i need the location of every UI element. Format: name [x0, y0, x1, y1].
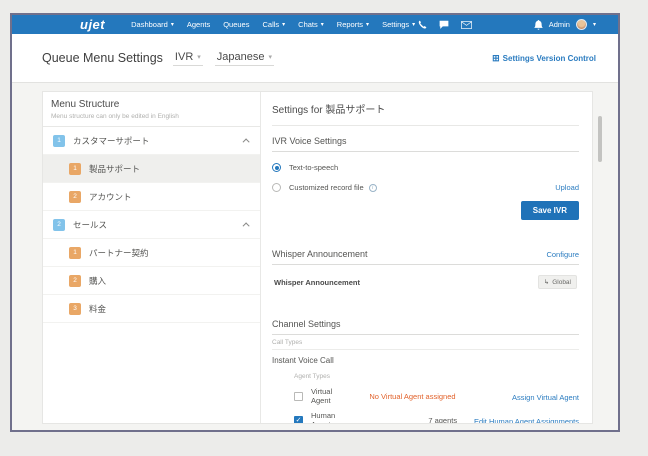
tree-number-badge: 2	[53, 219, 65, 231]
channel-settings-section-header: Channel Settings	[272, 319, 579, 335]
nav-item-queues[interactable]: Queues	[223, 20, 249, 29]
nav-item-settings[interactable]: Settings ▾	[382, 20, 415, 29]
menu-type-selector[interactable]: IVR ▾	[173, 50, 203, 66]
mail-icon[interactable]	[461, 21, 472, 29]
content-area: Menu Structure Menu structure can only b…	[12, 83, 618, 430]
human-agents-checkbox[interactable]: ✓	[294, 416, 303, 424]
whisper-configure-link[interactable]: Configure	[546, 250, 579, 259]
caret-down-icon: ▾	[197, 54, 201, 61]
settings-card: Menu Structure Menu structure can only b…	[42, 91, 593, 424]
radio-selected-icon[interactable]	[272, 163, 281, 172]
caret-down-icon: ▾	[366, 22, 369, 28]
settings-panel-title: Settings for 製品サポート	[272, 92, 579, 126]
human-agents-status: 7 agents	[335, 416, 457, 424]
caret-down-icon: ▾	[269, 54, 273, 61]
whisper-announcement-section-header: Whisper Announcement Configure	[272, 249, 579, 265]
virtual-agent-row: Virtual Agent No Virtual Agent assigned …	[272, 384, 579, 408]
save-row: Save IVR	[272, 201, 579, 220]
customized-record-file-option[interactable]: Customized record file i	[272, 183, 377, 192]
tree-number-badge: 1	[69, 163, 81, 175]
human-agents-row: ✓ Human Agents 7 agents Edit Human Agent…	[272, 408, 579, 423]
language-selector[interactable]: Japanese ▾	[215, 50, 274, 66]
nav-communication-icons	[418, 20, 472, 29]
app-window: ujet Dashboard ▾ Agents Queues Calls ▾ C…	[10, 13, 620, 432]
edit-human-agent-assignments-link[interactable]: Edit Human Agent Assignments	[474, 417, 579, 423]
upload-link[interactable]: Upload	[555, 183, 579, 192]
assign-virtual-agent-link[interactable]: Assign Virtual Agent	[512, 393, 579, 402]
whisper-announcement-row: Whisper Announcement ↳ Global	[272, 265, 579, 289]
tree-item-purchase[interactable]: 2 購入	[43, 267, 260, 295]
caret-down-icon: ▾	[282, 22, 285, 28]
sidebar-title: Menu Structure	[51, 99, 250, 110]
customized-record-file-row: Customized record file i Upload	[272, 183, 579, 192]
menu-structure-sidebar: Menu Structure Menu structure can only b…	[43, 92, 261, 423]
inherit-arrow-icon: ↳	[544, 278, 549, 286]
check-icon: ✓	[296, 416, 302, 423]
tree-number-badge: 2	[69, 275, 81, 287]
vertical-scrollbar-thumb[interactable]	[598, 116, 602, 162]
tree-item-pricing[interactable]: 3 料金	[43, 295, 260, 323]
nav-item-reports[interactable]: Reports ▾	[337, 20, 369, 29]
agent-types-label: Agent Types	[272, 370, 579, 384]
caret-down-icon: ▾	[412, 22, 415, 28]
save-ivr-button[interactable]: Save IVR	[521, 201, 579, 220]
chevron-up-icon[interactable]	[243, 138, 250, 145]
chevron-up-icon[interactable]	[243, 222, 250, 229]
tree-item-account[interactable]: 2 アカウント	[43, 183, 260, 211]
user-menu-caret-icon[interactable]: ▾	[593, 22, 596, 28]
radio-unselected-icon[interactable]	[272, 183, 281, 192]
tree-number-badge: 2	[69, 191, 81, 203]
page-header: Queue Menu Settings IVR ▾ Japanese ▾ ⊞ S…	[12, 34, 618, 83]
tree-item-sales[interactable]: 2 セールス	[43, 211, 260, 239]
admin-user-label[interactable]: Admin	[549, 20, 570, 29]
tree-number-badge: 3	[69, 303, 81, 315]
sidebar-header: Menu Structure Menu structure can only b…	[43, 92, 260, 127]
nav-item-agents[interactable]: Agents	[187, 20, 210, 29]
tree-item-product-support[interactable]: 1 製品サポート	[43, 155, 260, 183]
nav-user-area: Admin ▾	[534, 19, 596, 30]
tree-item-customer-support[interactable]: 1 カスタマーサポート	[43, 127, 260, 155]
phone-icon[interactable]	[418, 20, 427, 29]
call-types-label: Call Types	[272, 335, 579, 350]
text-to-speech-option[interactable]: Text-to-speech	[272, 163, 579, 172]
page-title: Queue Menu Settings	[42, 51, 163, 65]
tree-number-badge: 1	[53, 135, 65, 147]
sidebar-subtitle: Menu structure can only be edited in Eng…	[51, 113, 250, 120]
settings-panel: Settings for 製品サポート IVR Voice Settings T…	[261, 92, 592, 423]
tree-item-partner-contract[interactable]: 1 パートナー契約	[43, 239, 260, 267]
call-type-instant-voice-call: Instant Voice Call	[272, 350, 579, 370]
virtual-agent-status: No Virtual Agent assigned	[332, 392, 455, 401]
caret-down-icon: ▾	[171, 22, 174, 28]
bell-icon[interactable]	[534, 20, 543, 30]
virtual-agent-checkbox[interactable]	[294, 392, 303, 401]
nav-item-calls[interactable]: Calls ▾	[262, 20, 285, 29]
top-navbar: ujet Dashboard ▾ Agents Queues Calls ▾ C…	[12, 15, 618, 34]
ivr-voice-settings-section-header: IVR Voice Settings	[272, 136, 579, 152]
settings-version-control-link[interactable]: ⊞ Settings Version Control	[492, 54, 596, 63]
tree-number-badge: 1	[69, 247, 81, 259]
chat-icon[interactable]	[439, 20, 449, 29]
nav-menu: Dashboard ▾ Agents Queues Calls ▾ Chats …	[131, 20, 415, 29]
user-avatar[interactable]	[576, 19, 587, 30]
global-scope-badge: ↳ Global	[538, 275, 577, 289]
nav-item-chats[interactable]: Chats ▾	[298, 20, 324, 29]
info-icon[interactable]: i	[369, 184, 377, 192]
ujet-logo: ujet	[80, 18, 105, 31]
version-control-icon: ⊞	[492, 54, 500, 63]
nav-item-dashboard[interactable]: Dashboard ▾	[131, 20, 174, 29]
caret-down-icon: ▾	[321, 22, 324, 28]
